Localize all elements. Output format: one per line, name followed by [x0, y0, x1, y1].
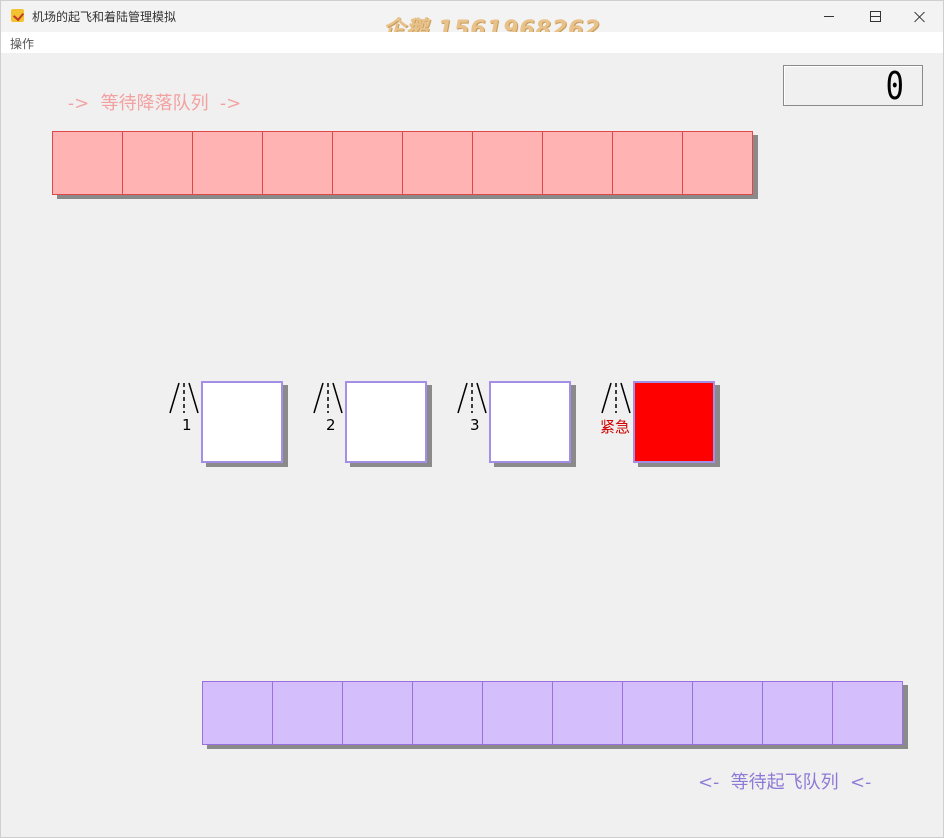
takeoff-queue-cell — [273, 681, 343, 745]
maximize-button[interactable] — [852, 1, 898, 32]
app-icon — [11, 9, 24, 22]
runway-icon — [601, 382, 631, 414]
runway-slot-2 — [345, 381, 427, 463]
runway-icon — [313, 382, 343, 414]
runway-slot-1 — [201, 381, 283, 463]
takeoff-queue-cell — [553, 681, 623, 745]
landing-queue-cell — [683, 131, 753, 195]
menu-item-operations[interactable]: 操作 — [10, 35, 34, 52]
app-window: 机场的起飞和着陆管理模拟 企鹅 1561968262 操作 0 -> 等待降落队… — [0, 0, 944, 838]
window-title: 机场的起飞和着陆管理模拟 — [32, 10, 177, 24]
close-icon — [914, 11, 926, 23]
takeoff-queue-cell — [483, 681, 553, 745]
title-bar[interactable]: 机场的起飞和着陆管理模拟 企鹅 1561968262 — [1, 1, 943, 42]
landing-queue-cell — [193, 131, 263, 195]
landing-queue-cell — [263, 131, 333, 195]
landing-queue-cell — [613, 131, 683, 195]
landing-queue — [52, 131, 753, 195]
runway-slot-3 — [489, 381, 571, 463]
runway-icon — [457, 382, 487, 414]
runway-label-1: 1 — [182, 416, 192, 434]
landing-queue-cell — [333, 131, 403, 195]
takeoff-queue — [202, 681, 903, 745]
maximize-icon — [869, 11, 881, 22]
takeoff-queue-label: <- 等待起飞队列 <- — [698, 772, 872, 793]
takeoff-queue-cell — [623, 681, 693, 745]
takeoff-queue-cell — [202, 681, 273, 745]
runway-icon — [169, 382, 199, 414]
close-button[interactable] — [897, 1, 943, 32]
landing-queue-label: -> 等待降落队列 -> — [68, 93, 242, 114]
minimize-button-2[interactable] — [806, 1, 852, 32]
takeoff-queue-cell — [763, 681, 833, 745]
takeoff-queue-cell — [833, 681, 903, 745]
takeoff-queue-cell — [693, 681, 763, 745]
runway-label-emergency: 紧急 — [600, 418, 631, 436]
landing-queue-cell — [403, 131, 473, 195]
runway-label-2: 2 — [326, 416, 336, 434]
counter-value: 0 — [885, 64, 904, 108]
landing-queue-cell — [123, 131, 193, 195]
landing-queue-cell — [52, 131, 123, 195]
takeoff-queue-cell — [343, 681, 413, 745]
takeoff-queue-cell — [413, 681, 483, 745]
runway-slot-emergency — [633, 381, 715, 463]
runway-label-3: 3 — [470, 416, 480, 434]
landing-queue-cell — [473, 131, 543, 195]
minimize-icon — [824, 16, 834, 17]
landing-queue-cell — [543, 131, 613, 195]
counter-display: 0 — [783, 65, 923, 106]
menu-bar: 操作 — [1, 32, 943, 53]
